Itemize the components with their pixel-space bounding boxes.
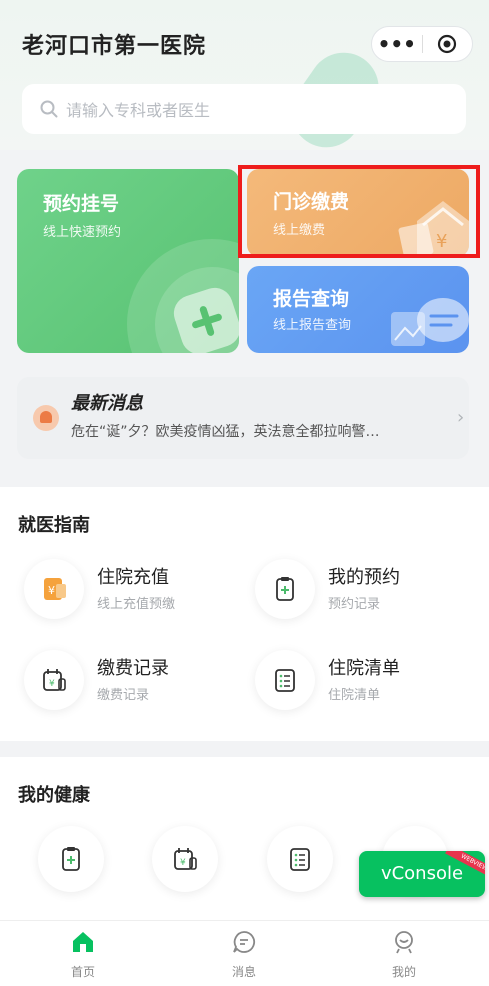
clipboard-plus-icon (255, 559, 315, 619)
guide-item-label: 缴费记录 (97, 658, 169, 679)
guide-item-label: 住院清单 (328, 658, 400, 679)
health-title: 我的健康 (18, 785, 90, 806)
more-menu-button[interactable]: ••• (372, 26, 422, 62)
tab-profile[interactable]: 我的 (364, 929, 444, 980)
tab-label: 消息 (231, 965, 256, 979)
search-placeholder: 请输入专科或者医生 (66, 101, 211, 120)
svg-text:¥: ¥ (48, 584, 55, 597)
profile-icon (395, 931, 413, 954)
register-title: 预约挂号 (43, 193, 120, 215)
guide-item-sub: 线上充值预缴 (97, 597, 176, 612)
news-text: 危在“诞”夕？欧美疫情凶猛，英法意全都拉响警… (71, 424, 380, 440)
report-chat-icon (391, 298, 469, 346)
report-title: 报告查询 (273, 288, 350, 310)
checklist-icon (255, 650, 315, 710)
news-title: 最新消息 (71, 393, 143, 414)
bell-icon (33, 405, 59, 431)
guide-item-sub: 住院清单 (328, 688, 381, 703)
checklist-icon[interactable] (267, 826, 333, 892)
guide-item-hospital-list[interactable]: 住院清单 住院清单 (255, 650, 475, 710)
highlight-box (238, 165, 480, 258)
svg-text:¥: ¥ (180, 858, 186, 868)
bottom-tabbar: 首页 消息 我的 (0, 920, 489, 986)
tab-label: 我的 (391, 965, 416, 979)
report-subtitle: 线上报告查询 (273, 318, 352, 333)
search-input[interactable]: 请输入专科或者医生 (22, 84, 466, 134)
tab-home[interactable]: 首页 (43, 929, 123, 980)
guide-item-payment-records[interactable]: ¥ 缴费记录 缴费记录 (24, 650, 244, 710)
report-card[interactable]: 报告查询 线上报告查询 (247, 266, 469, 353)
wallet-yuan-icon: ¥ (24, 559, 84, 619)
chevron-right-icon: › (457, 407, 465, 428)
message-icon (233, 931, 256, 953)
guide-item-my-appointments[interactable]: 我的预约 预约记录 (255, 559, 475, 619)
register-card[interactable]: 预约挂号 线上快速预约 (17, 169, 239, 353)
guide-item-label: 我的预约 (328, 567, 400, 588)
calendar-yuan-icon: ¥ (24, 650, 84, 710)
header-area: 老河口市第一医院 ••• 请输入专科或者医生 (0, 0, 489, 150)
home-icon (73, 932, 93, 952)
search-icon (40, 100, 58, 118)
tab-messages[interactable]: 消息 (204, 929, 284, 980)
target-icon (438, 34, 457, 54)
guide-item-hospital-recharge[interactable]: ¥ 住院充值 线上充值预缴 (24, 559, 244, 619)
guide-title: 就医指南 (18, 515, 90, 536)
guide-item-sub: 缴费记录 (97, 688, 150, 703)
guide-item-label: 住院充值 (97, 567, 169, 588)
news-banner[interactable]: 最新消息 危在“诞”夕？欧美疫情凶猛，英法意全都拉响警… › (17, 377, 469, 459)
register-subtitle: 线上快速预约 (43, 225, 122, 240)
miniprogram-capsule: ••• (371, 26, 473, 62)
tab-label: 首页 (70, 965, 95, 979)
guide-item-sub: 预约记录 (328, 597, 381, 612)
vconsole-label: vConsole (380, 863, 464, 884)
svg-text:¥: ¥ (49, 679, 55, 689)
guide-section: 就医指南 ¥ 住院充值 线上充值预缴 我的预约 预约记录 ¥ 缴费记录 缴费记录… (0, 487, 489, 741)
page-title: 老河口市第一医院 (22, 34, 207, 59)
vconsole-button[interactable]: vConsole WEBVIEW (359, 851, 485, 897)
close-miniprogram-button[interactable] (422, 34, 472, 54)
calendar-yuan-icon[interactable]: ¥ (152, 826, 218, 892)
clipboard-plus-icon[interactable] (38, 826, 104, 892)
